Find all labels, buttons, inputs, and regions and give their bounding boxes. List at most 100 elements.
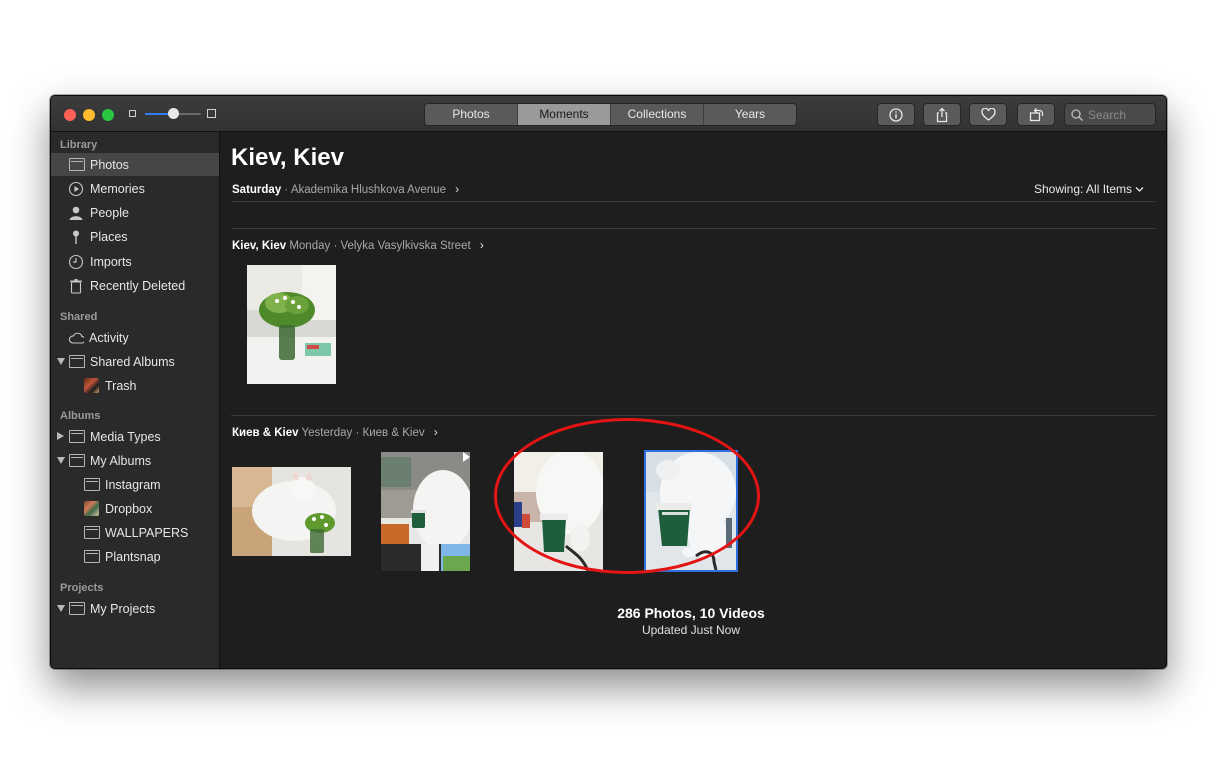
- folder-icon: [84, 525, 100, 541]
- sidebar-item-places[interactable]: Places: [51, 225, 219, 248]
- tab-photos[interactable]: Photos: [425, 104, 517, 125]
- sidebar-item-label: My Projects: [90, 601, 156, 616]
- sidebar-item-photos[interactable]: Photos: [51, 153, 219, 176]
- cat-with-cup-photo: [381, 452, 470, 571]
- favorite-button[interactable]: [969, 103, 1007, 126]
- disclosure-open-icon[interactable]: [57, 605, 65, 612]
- updated-status: Updated Just Now: [641, 623, 741, 637]
- sidebar-item-label: Media Types: [90, 429, 161, 444]
- moments-view: Kiev, Kiev Saturday · Akademika Hlushkov…: [220, 132, 1166, 668]
- search-field[interactable]: [1064, 103, 1156, 126]
- moment-place: Киев & Kiev: [232, 427, 299, 439]
- search-input[interactable]: [1086, 107, 1154, 122]
- info-button[interactable]: [877, 103, 915, 126]
- sidebar-item-my-projects[interactable]: My Projects: [51, 597, 219, 620]
- sidebar-item-dropbox[interactable]: Dropbox: [51, 497, 219, 520]
- separator: ·: [284, 184, 289, 196]
- separator: ·: [333, 240, 338, 252]
- zoom-knob[interactable]: [168, 108, 179, 119]
- photo-video-count: 286 Photos, 10 Videos: [617, 605, 765, 621]
- disclosure-closed-icon[interactable]: [57, 432, 64, 440]
- moment-day: Yesterday: [301, 427, 353, 439]
- pin-icon: [68, 229, 84, 245]
- folder-icon: [84, 477, 100, 493]
- chevron-right-icon: ›: [455, 182, 460, 196]
- rotate-button[interactable]: [1017, 103, 1055, 126]
- photo-thumbnail[interactable]: [247, 265, 336, 384]
- sidebar-item-memories[interactable]: Memories: [51, 177, 219, 200]
- sidebar-item-label: Places: [90, 229, 128, 244]
- disclosure-open-icon[interactable]: [57, 457, 65, 464]
- folder-icon: [69, 453, 85, 469]
- toolbar: Photos Moments Collections Years: [51, 96, 1166, 132]
- heart-icon: [980, 108, 996, 121]
- close-window-button[interactable]: [64, 109, 76, 121]
- sidebar-item-media-types[interactable]: Media Types: [51, 425, 219, 448]
- person-icon: [68, 205, 84, 221]
- album-thumb-icon: [83, 501, 99, 517]
- sidebar-item-my-albums[interactable]: My Albums: [51, 449, 219, 472]
- cloud-icon: [68, 330, 84, 346]
- moment-header-link[interactable]: Saturday · Akademika Hlushkova Avenue ›: [232, 182, 459, 196]
- disclosure-open-icon[interactable]: [57, 358, 65, 365]
- sidebar-item-imports[interactable]: Imports: [51, 250, 219, 273]
- library-header: Library: [60, 139, 98, 151]
- sidebar-item-label: Shared Albums: [90, 354, 175, 369]
- sidebar-item-trash-album[interactable]: Trash: [51, 374, 219, 397]
- fullscreen-window-button[interactable]: [102, 109, 114, 121]
- sidebar: Library Photos Memories People Places Im…: [51, 132, 220, 668]
- tab-moments[interactable]: Moments: [517, 104, 610, 125]
- divider: [231, 228, 1155, 229]
- sidebar-item-activity[interactable]: Activity: [51, 326, 219, 349]
- folder-icon: [69, 354, 85, 370]
- tab-years[interactable]: Years: [703, 104, 796, 125]
- sidebar-item-people[interactable]: People: [51, 201, 219, 224]
- moment-day: Saturday: [232, 184, 282, 196]
- sidebar-item-wallpapers[interactable]: WALLPAPERS: [51, 521, 219, 544]
- sidebar-item-label: WALLPAPERS: [105, 525, 189, 540]
- sidebar-item-label: Dropbox: [105, 501, 153, 516]
- moment-header-link[interactable]: Киев & Kiev Yesterday · Киев & Kiev ›: [232, 425, 438, 439]
- showing-filter[interactable]: Showing: All Items: [1034, 182, 1144, 196]
- moment-street: Velyka Vasylkivska Street: [340, 240, 471, 252]
- photos-icon: [69, 157, 85, 173]
- showing-label: Showing:: [1034, 182, 1084, 196]
- photo-thumbnail[interactable]: [381, 452, 470, 571]
- sidebar-item-label: Photos: [90, 157, 129, 172]
- sidebar-item-instagram[interactable]: Instagram: [51, 473, 219, 496]
- share-button[interactable]: [923, 103, 961, 126]
- zoom-slider[interactable]: [129, 106, 221, 122]
- moment-header-link[interactable]: Kiev, Kiev Monday · Velyka Vasylkivska S…: [232, 238, 484, 252]
- moment-street: Киев & Kiev: [362, 427, 425, 439]
- albums-header: Albums: [60, 410, 101, 422]
- sidebar-item-label: People: [90, 205, 129, 220]
- tab-collections[interactable]: Collections: [610, 104, 703, 125]
- photo-thumbnail[interactable]: [232, 467, 351, 556]
- moment-location: Akademika Hlushkova Avenue: [290, 184, 446, 196]
- photos-app-window: Photos Moments Collections Years Library…: [50, 95, 1167, 669]
- chevron-right-icon: ›: [479, 238, 484, 252]
- sidebar-item-label: Instagram: [105, 477, 161, 492]
- folder-icon: [69, 601, 85, 617]
- sidebar-item-label: Imports: [90, 254, 132, 269]
- info-icon: [889, 107, 903, 122]
- separator: ·: [355, 427, 360, 439]
- showing-value: All Items: [1086, 182, 1133, 196]
- minimize-window-button[interactable]: [83, 109, 95, 121]
- chevron-right-icon: ›: [433, 425, 438, 439]
- page-title: Kiev, Kiev: [231, 144, 344, 171]
- lily-of-the-valley-photo: [247, 265, 336, 384]
- trash-icon: [68, 278, 84, 294]
- sidebar-item-shared-albums[interactable]: Shared Albums: [51, 350, 219, 373]
- chevron-down-icon: [1135, 187, 1144, 192]
- sidebar-item-plantsnap[interactable]: Plantsnap: [51, 545, 219, 568]
- clock-icon: [68, 254, 84, 270]
- projects-header: Projects: [60, 582, 104, 594]
- moment-day: Monday: [289, 240, 331, 252]
- album-thumb-icon: [83, 378, 99, 394]
- divider: [231, 415, 1155, 416]
- library-stats: 286 Photos, 10 Videos Updated Just Now: [596, 605, 786, 637]
- folder-icon: [84, 549, 100, 565]
- sidebar-item-recently-deleted[interactable]: Recently Deleted: [51, 274, 219, 297]
- sidebar-item-label: Activity: [89, 330, 129, 345]
